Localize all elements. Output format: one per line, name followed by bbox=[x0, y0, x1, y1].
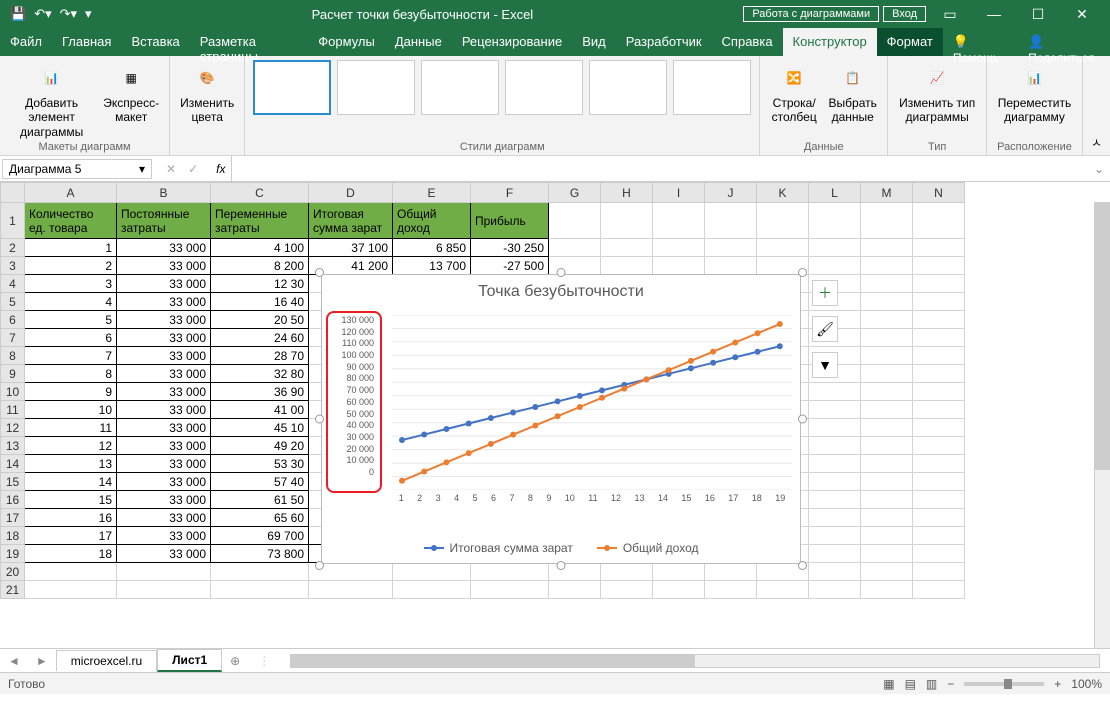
chart-object[interactable]: Точка безубыточности 130 000120 000110 0… bbox=[321, 274, 801, 564]
quick-layout-button[interactable]: ▦Экспресс- макет bbox=[101, 60, 161, 127]
status-ready: Готово bbox=[8, 677, 45, 691]
title-bar: 💾 ↶▾ ↷▾ ▾ Расчет точки безубыточности - … bbox=[0, 0, 1110, 28]
close-icon[interactable]: ✕ bbox=[1062, 6, 1102, 23]
style-thumb[interactable] bbox=[673, 60, 751, 115]
tab-design[interactable]: Конструктор bbox=[783, 28, 877, 56]
group-type-label: Тип bbox=[928, 141, 946, 153]
chart-tools-label: Работа с диаграммами bbox=[743, 6, 879, 22]
view-pagebreak-icon[interactable]: ▥ bbox=[926, 677, 937, 691]
chart-styles-button[interactable]: 🖌 bbox=[812, 316, 838, 342]
chart-title[interactable]: Точка безубыточности bbox=[322, 275, 800, 309]
window-title: Расчет точки безубыточности - Excel bbox=[102, 7, 744, 22]
change-colors-button[interactable]: 🎨Изменить цвета bbox=[178, 60, 236, 127]
legend-series-2: Общий доход bbox=[623, 541, 699, 555]
tab-developer[interactable]: Разработчик bbox=[616, 28, 712, 56]
chart-styles-gallery[interactable] bbox=[253, 60, 751, 141]
tab-data[interactable]: Данные bbox=[385, 28, 452, 56]
tab-layout[interactable]: Разметка страницы bbox=[190, 28, 308, 56]
style-thumb[interactable] bbox=[421, 60, 499, 115]
new-sheet-icon[interactable]: ⊕ bbox=[222, 654, 248, 668]
sheet-tab[interactable]: microexcel.ru bbox=[56, 650, 157, 671]
view-layout-icon[interactable]: ▤ bbox=[905, 677, 916, 691]
maximize-icon[interactable]: ☐ bbox=[1018, 6, 1058, 23]
formula-bar[interactable] bbox=[231, 156, 1087, 181]
login-button[interactable]: Вход bbox=[883, 6, 926, 22]
sheet-nav-prev-icon[interactable]: ◄ bbox=[0, 654, 28, 668]
chart-elements-button[interactable]: ＋ bbox=[812, 280, 838, 306]
fx-icon[interactable]: fx bbox=[210, 162, 231, 176]
group-location-label: Расположение bbox=[997, 141, 1072, 153]
share-button[interactable]: 👤 Поделиться bbox=[1018, 28, 1110, 56]
view-normal-icon[interactable]: ▦ bbox=[883, 677, 894, 691]
collapse-ribbon-icon[interactable]: ㅅ bbox=[1083, 130, 1110, 155]
tab-format[interactable]: Формат bbox=[877, 28, 943, 56]
x-axis: 12345678910111213141516171819 bbox=[392, 493, 792, 503]
tab-review[interactable]: Рецензирование bbox=[452, 28, 572, 56]
save-icon[interactable]: 💾 bbox=[10, 6, 26, 22]
chart-legend[interactable]: Итоговая сумма зарат Общий доход bbox=[322, 541, 800, 555]
add-chart-element-button[interactable]: 📊Добавить элемент диаграммы bbox=[8, 60, 95, 141]
sheet-tabs-bar: ◄ ► microexcel.ru Лист1 ⊕ ⋮ bbox=[0, 648, 1110, 672]
cancel-formula-icon[interactable]: ✕ bbox=[166, 162, 176, 176]
qat-more-icon[interactable]: ▾ bbox=[85, 6, 92, 22]
move-chart-button[interactable]: 📊Переместить диаграмму bbox=[995, 60, 1074, 127]
worksheet-area: ABCDEFGHIJKLMN1Количество ед. товараПост… bbox=[0, 182, 1110, 648]
undo-icon[interactable]: ↶▾ bbox=[34, 6, 51, 22]
sheet-tab-active[interactable]: Лист1 bbox=[157, 649, 222, 672]
group-layouts-label: Макеты диаграмм bbox=[38, 141, 130, 153]
ribbon: 📊Добавить элемент диаграммы ▦Экспресс- м… bbox=[0, 56, 1110, 156]
group-data-label: Данные bbox=[804, 141, 844, 153]
change-chart-type-button[interactable]: 📈Изменить тип диаграммы bbox=[896, 60, 978, 127]
zoom-out-icon[interactable]: − bbox=[947, 677, 954, 691]
tab-insert[interactable]: Вставка bbox=[121, 28, 189, 56]
zoom-in-icon[interactable]: + bbox=[1054, 677, 1061, 691]
legend-series-1: Итоговая сумма зарат bbox=[450, 541, 573, 555]
minimize-icon[interactable]: — bbox=[974, 6, 1014, 22]
vertical-scrollbar[interactable] bbox=[1094, 202, 1110, 648]
style-thumb[interactable] bbox=[505, 60, 583, 115]
ribbon-options-icon[interactable]: ▭ bbox=[930, 6, 970, 23]
style-thumb[interactable] bbox=[253, 60, 331, 115]
tab-file[interactable]: Файл bbox=[0, 28, 52, 56]
tell-me[interactable]: 💡 Помощь bbox=[943, 28, 1018, 56]
group-styles-label: Стили диаграмм bbox=[460, 141, 545, 153]
tab-formulas[interactable]: Формулы bbox=[308, 28, 385, 56]
y-axis-highlighted[interactable]: 130 000120 000110 000100 00090 00080 000… bbox=[326, 311, 382, 493]
zoom-level[interactable]: 100% bbox=[1071, 677, 1102, 691]
expand-formula-icon[interactable]: ⌄ bbox=[1088, 162, 1110, 176]
chart-plot-area[interactable] bbox=[392, 315, 792, 490]
tab-home[interactable]: Главная bbox=[52, 28, 121, 56]
style-thumb[interactable] bbox=[589, 60, 667, 115]
enter-formula-icon[interactable]: ✓ bbox=[188, 162, 198, 176]
name-box[interactable]: Диаграмма 5▾ bbox=[2, 159, 152, 179]
status-bar: Готово ▦ ▤ ▥ − + 100% bbox=[0, 672, 1110, 694]
chart-filters-button[interactable]: ▼ bbox=[812, 352, 838, 378]
redo-icon[interactable]: ↷▾ bbox=[60, 6, 77, 22]
formula-bar-row: Диаграмма 5▾ ✕ ✓ fx ⌄ bbox=[0, 156, 1110, 182]
tab-view[interactable]: Вид bbox=[572, 28, 616, 56]
menu-bar: Файл Главная Вставка Разметка страницы Ф… bbox=[0, 28, 1110, 56]
tab-help[interactable]: Справка bbox=[712, 28, 783, 56]
switch-row-col-button[interactable]: 🔀Строка/ столбец bbox=[768, 60, 820, 127]
horizontal-scrollbar[interactable] bbox=[290, 654, 1100, 668]
sheet-nav-next-icon[interactable]: ► bbox=[28, 654, 56, 668]
zoom-slider[interactable] bbox=[964, 682, 1044, 686]
style-thumb[interactable] bbox=[337, 60, 415, 115]
select-data-button[interactable]: 📋Выбрать данные bbox=[826, 60, 879, 127]
